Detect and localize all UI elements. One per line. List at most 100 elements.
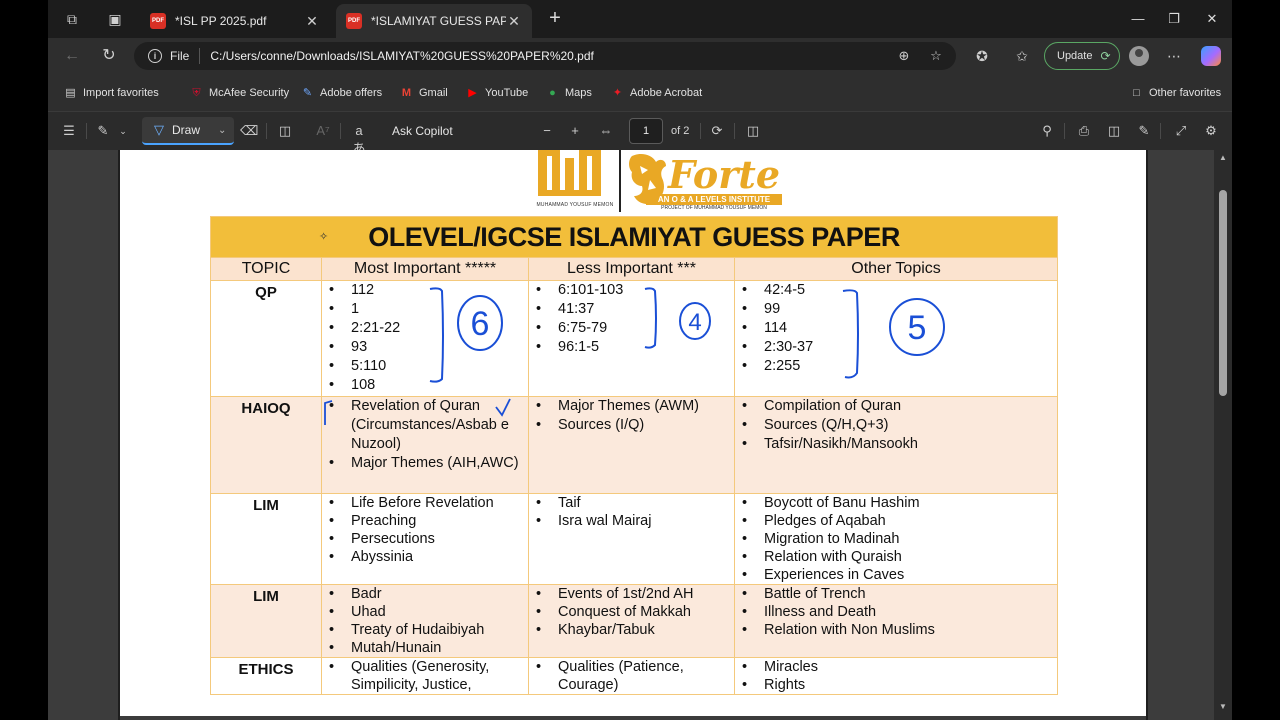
zoom-in-icon[interactable]: + [566, 122, 584, 140]
pdf-toolbar: ☰ ✎ ⌄ ▽ Draw ⌄ ⌫ ◫ A⁷ aあ Ask Copilot − +… [48, 112, 1232, 156]
paper-title: OLEVEL/IGCSE ISLAMIYAT GUESS PAPER [368, 222, 900, 252]
list-item: Rights [742, 676, 1053, 694]
minimize-button[interactable]: — [1126, 8, 1150, 30]
topic-cell: LIM [210, 584, 322, 658]
list: Boycott of Banu Hashim Pledges of Aqabah… [735, 494, 1057, 584]
profile-avatar[interactable] [1129, 46, 1149, 66]
favorite-label: Adobe offers [320, 87, 383, 99]
back-button[interactable]: ← [61, 45, 83, 67]
favorite-label: Import favorites [83, 87, 159, 99]
close-tab-icon[interactable]: ✕ [506, 13, 522, 30]
import-icon: ▤ [65, 86, 76, 99]
less-important-cell: 6:101-103 41:37 6:75-79 96:1-5 4 [528, 280, 735, 397]
pdf-viewer[interactable]: MUHAMMAD YOUSUF MEMON Forte AN O & A LEV… [48, 150, 1232, 720]
eraser-icon[interactable]: ⌫ [240, 122, 258, 140]
refresh-button[interactable]: ↻ [98, 45, 120, 67]
other-topics-cell: 42:4-5 99 114 2:30-37 2:255 5 [733, 280, 1059, 397]
rotate-icon[interactable]: ⟳ [708, 122, 726, 140]
favorite-mcafee[interactable]: ⛨ McAfee Security [190, 85, 289, 101]
update-label: Update [1057, 50, 1093, 62]
favorite-gmail[interactable]: M Gmail [400, 85, 448, 101]
favorite-import[interactable]: ▤ Import favorites [64, 85, 159, 101]
tab-actions-icon[interactable]: ▣ [105, 9, 125, 29]
text-cursor-icon: ✧ [319, 231, 328, 243]
favorite-label: McAfee Security [209, 87, 290, 99]
fit-to-page-icon[interactable]: ⇔ [597, 122, 615, 140]
brand-name: Forte [668, 152, 780, 197]
favorite-star-icon[interactable]: ☆ [928, 48, 944, 64]
workspaces-icon[interactable]: ⧉ [62, 9, 82, 29]
zoom-out-icon[interactable]: − [538, 122, 556, 140]
less-important-cell: Major Themes (AWM) Sources (I/Q) [528, 396, 735, 494]
favorites-icon[interactable]: ✩ [1012, 46, 1032, 66]
add-text-icon[interactable]: ◫ [276, 122, 294, 140]
tab-isl-pp-2025[interactable]: PDF *ISL PP 2025.pdf ✕ [140, 4, 330, 38]
close-tab-icon[interactable]: ✕ [304, 13, 320, 30]
search-icon[interactable]: ⚲ [1038, 122, 1056, 140]
annotation-number: 4 [688, 309, 701, 336]
copilot-icon[interactable] [1201, 46, 1221, 66]
page-view-icon[interactable]: ◫ [744, 122, 762, 140]
gmail-icon: M [401, 86, 412, 99]
table-row-ethics: ETHICS Qualities (Generosity, Simpilicit… [210, 657, 1059, 695]
url-text[interactable]: C:/Users/conne/Downloads/ISLAMIYAT%20GUE… [210, 49, 594, 63]
favorite-maps[interactable]: ● Maps [546, 85, 592, 101]
handwritten-bracket-annotation: 6 [429, 287, 503, 383]
site-info-icon[interactable]: i [148, 49, 162, 63]
more-menu-icon[interactable]: ⋯ [1164, 46, 1184, 66]
favorite-label: Adobe Acrobat [630, 87, 703, 99]
column-header-most-important: Most Important ***** [321, 257, 529, 281]
list-item: Experiences in Caves [742, 566, 1053, 584]
update-status-icon: ⟳ [1100, 49, 1111, 63]
list-item: Persecutions [329, 530, 524, 548]
draw-label: Draw [172, 123, 201, 137]
fullscreen-icon[interactable]: ⤢ [1172, 122, 1190, 140]
chevron-down-icon[interactable]: ⌄ [218, 125, 226, 136]
favorite-label: Gmail [419, 87, 448, 99]
scroll-down-arrow-icon[interactable]: ▼ [1218, 703, 1228, 711]
list-item: Taif [536, 494, 730, 512]
scroll-up-arrow-icon[interactable]: ▲ [1218, 154, 1228, 162]
favorite-adobe-offers[interactable]: ✎ Adobe offers [301, 85, 382, 101]
toolbar-divider [1064, 123, 1065, 139]
list-item: Boycott of Banu Hashim [742, 494, 1053, 512]
page-number-input[interactable]: 1 [629, 118, 663, 144]
print-icon[interactable]: ⎙ [1075, 122, 1093, 140]
draw-button[interactable]: ▽ Draw ⌄ [142, 117, 234, 145]
ask-copilot-button[interactable]: Ask Copilot [392, 124, 453, 138]
save-icon[interactable]: ◫ [1105, 122, 1123, 140]
annotation-number: 5 [908, 309, 927, 347]
update-button[interactable]: Update ⟳ [1044, 42, 1120, 70]
save-as-icon[interactable]: ✎ [1135, 122, 1153, 140]
favorite-adobe-acrobat[interactable]: ✦ Adobe Acrobat [611, 85, 702, 101]
list-item: Major Themes (AWM) [536, 397, 730, 416]
new-tab-button[interactable]: + [544, 8, 566, 30]
zoom-icon[interactable]: ⊕ [896, 48, 912, 64]
address-bar[interactable]: i File C:/Users/conne/Downloads/ISLAMIYA… [134, 42, 956, 70]
favorite-label: Other favorites [1149, 87, 1222, 99]
close-window-button[interactable]: ✕ [1200, 8, 1224, 30]
handwritten-check-annotation [324, 398, 511, 425]
chevron-down-icon[interactable]: ⌄ [114, 122, 132, 140]
favorite-label: Maps [565, 87, 592, 99]
institute-monogram-logo [538, 150, 601, 196]
list-item: Major Themes (AIH,AWC) [329, 454, 524, 473]
settings-gear-icon[interactable]: ⚙ [1202, 122, 1220, 140]
vertical-scrollbar[interactable]: ▲ ▼ [1214, 150, 1232, 720]
scrollbar-thumb[interactable] [1219, 190, 1227, 396]
translate-icon[interactable]: aあ [350, 122, 368, 156]
toolbar-divider [86, 123, 87, 139]
tab-islamiyat-guess-paper[interactable]: PDF *ISLAMIYAT GUESS PAPER ✕ [336, 4, 532, 38]
list-item: Isra wal Mairaj [536, 512, 730, 530]
logo-divider [619, 150, 621, 212]
table-row-lim: LIM Life Before Revelation Preaching Per… [210, 493, 1059, 585]
handwritten-bracket-annotation: 4 [644, 287, 711, 349]
highlight-icon[interactable]: ✎ [94, 122, 112, 140]
favorite-youtube[interactable]: ▶ YouTube [466, 85, 528, 101]
other-topics-cell: Compilation of Quran Sources (Q/H,Q+3) T… [733, 396, 1059, 494]
extensions-icon[interactable]: ✪ [972, 46, 992, 66]
restore-button[interactable]: ❐ [1162, 8, 1186, 30]
pdf-page[interactable]: MUHAMMAD YOUSUF MEMON Forte AN O & A LEV… [120, 150, 1146, 716]
contents-icon[interactable]: ☰ [60, 122, 78, 140]
other-favorites[interactable]: □ Other favorites [1130, 85, 1221, 101]
